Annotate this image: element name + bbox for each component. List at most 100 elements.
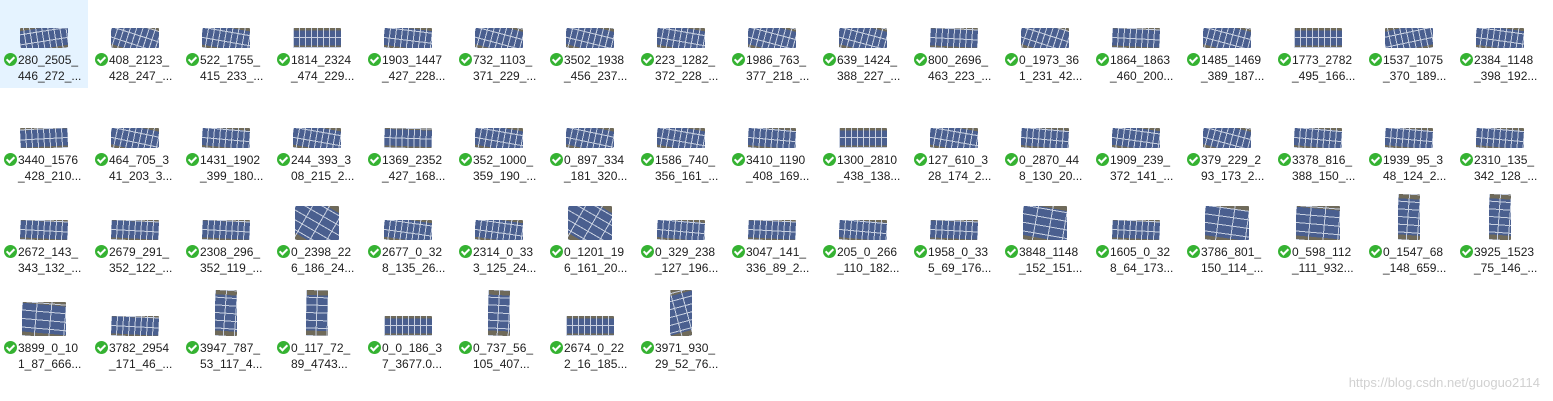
file-name-label: 3782_2954 _171_46_...	[109, 341, 173, 371]
file-item[interactable]: 0_117_72_ 89_4743...	[273, 288, 361, 376]
file-item[interactable]: 1369_2352 _427_168...	[364, 100, 452, 188]
file-thumbnail	[455, 192, 543, 244]
file-item[interactable]: 1909_239_ 372_141_...	[1092, 100, 1180, 188]
file-item[interactable]: 3502_1938 _456_237...	[546, 0, 634, 88]
file-thumbnail	[364, 100, 452, 152]
sync-check-icon	[641, 153, 654, 166]
file-item[interactable]: 280_2505_ 446_272_...	[0, 0, 88, 88]
file-item[interactable]: 1986_763_ 377_218_...	[728, 0, 816, 88]
file-item[interactable]: 0_737_56_ 105_407...	[455, 288, 543, 376]
file-item[interactable]: 2674_0_22 2_16_185...	[546, 288, 634, 376]
file-item[interactable]: 0_2870_44 8_130_20...	[1001, 100, 1089, 188]
file-thumbnail	[910, 100, 998, 152]
file-item[interactable]: 0_1547_68 _148_659...	[1365, 192, 1453, 280]
file-name-label: 3378_816_ 388_150_...	[1292, 153, 1356, 183]
file-name-label: 1431_1902 _399_180...	[200, 153, 264, 183]
file-name-label: 0_1201_19 6_161_20...	[564, 245, 628, 275]
sync-check-icon	[1187, 153, 1200, 166]
file-item[interactable]: 127_610_3 28_174_2...	[910, 100, 998, 188]
file-item[interactable]: 205_0_266 _110_182...	[819, 192, 907, 280]
file-item[interactable]: 0_897_334 _181_320...	[546, 100, 634, 188]
sync-check-icon	[368, 341, 381, 354]
file-item[interactable]: 1605_0_32 8_64_173...	[1092, 192, 1180, 280]
file-item[interactable]: 2384_1148 _398_192...	[1456, 0, 1544, 88]
solar-panel-image	[839, 128, 887, 148]
file-item[interactable]: 2310_135_ 342_128_...	[1456, 100, 1544, 188]
file-item[interactable]: 0_1973_36 1_231_42...	[1001, 0, 1089, 88]
solar-panel-image	[657, 28, 705, 48]
file-name-label: 1485_1469 _389_187...	[1201, 53, 1265, 83]
file-item[interactable]: 352_1000_ 359_190_...	[455, 100, 543, 188]
file-name-label: 2674_0_22 2_16_185...	[564, 341, 628, 371]
file-thumbnail	[0, 288, 88, 340]
file-item[interactable]: 2314_0_33 3_125_24...	[455, 192, 543, 280]
file-item[interactable]: 0_598_112 _111_932...	[1274, 192, 1362, 280]
sync-check-icon	[1460, 245, 1473, 258]
solar-panel-image	[202, 128, 250, 148]
sync-check-icon	[1369, 53, 1382, 66]
file-item[interactable]: 244_393_3 08_215_2...	[273, 100, 361, 188]
file-item[interactable]: 1537_1075 _370_189...	[1365, 0, 1453, 88]
file-item[interactable]: 800_2696_ 463_223_...	[910, 0, 998, 88]
sync-check-icon	[368, 53, 381, 66]
file-item[interactable]: 1903_1447 _427_228...	[364, 0, 452, 88]
file-item[interactable]: 1939_95_3 48_124_2...	[1365, 100, 1453, 188]
sync-check-icon	[823, 245, 836, 258]
file-item[interactable]: 3786_801_ 150_114_...	[1183, 192, 1271, 280]
file-item[interactable]: 3378_816_ 388_150_...	[1274, 100, 1362, 188]
file-item[interactable]: 1864_1863 _460_200...	[1092, 0, 1180, 88]
file-item[interactable]: 3782_2954 _171_46_...	[91, 288, 179, 376]
file-item[interactable]: 379_229_2 93_173_2...	[1183, 100, 1271, 188]
file-item[interactable]: 3971_930_ 29_52_76...	[637, 288, 725, 376]
file-name-label: 3899_0_10 1_87_666...	[18, 341, 82, 371]
file-item[interactable]: 1586_740_ 356_161_...	[637, 100, 725, 188]
solar-panel-image	[293, 28, 341, 48]
file-item[interactable]: 1300_2810 _438_138...	[819, 100, 907, 188]
file-name-label: 1909_239_ 372_141_...	[1110, 153, 1174, 183]
solar-panel-image	[202, 28, 250, 48]
file-item[interactable]: 0_0_186_3 7_3677.0...	[364, 288, 452, 376]
file-item[interactable]: 2308_296_ 352_119_...	[182, 192, 270, 280]
file-item[interactable]: 1431_1902 _399_180...	[182, 100, 270, 188]
file-item[interactable]: 1958_0_33 5_69_176...	[910, 192, 998, 280]
file-name-label: 1369_2352 _427_168...	[382, 153, 446, 183]
file-name-label: 280_2505_ 446_272_...	[18, 53, 82, 83]
file-name-label: 0_737_56_ 105_407...	[473, 341, 534, 371]
file-thumbnail	[637, 100, 725, 152]
file-item[interactable]: 2679_291_ 352_122_...	[91, 192, 179, 280]
file-name-label: 244_393_3 08_215_2...	[291, 153, 355, 183]
file-item[interactable]: 2672_143_ 343_132_...	[0, 192, 88, 280]
file-thumbnail	[91, 288, 179, 340]
file-item[interactable]: 2677_0_32 8_135_26...	[364, 192, 452, 280]
solar-panel-image	[1112, 28, 1160, 48]
file-item[interactable]: 1773_2782 _495_166...	[1274, 0, 1362, 88]
sync-check-icon	[823, 153, 836, 166]
file-item[interactable]: 223_1282_ 372_228_...	[637, 0, 725, 88]
sync-check-icon	[1369, 245, 1382, 258]
file-thumbnail	[91, 100, 179, 152]
file-item[interactable]: 732_1103_ 371_229_...	[455, 0, 543, 88]
file-item[interactable]: 3925_1523 _75_146_...	[1456, 192, 1544, 280]
file-thumbnail	[0, 192, 88, 244]
file-item[interactable]: 464_705_3 41_203_3...	[91, 100, 179, 188]
file-item[interactable]: 3410_1190 _408_169...	[728, 100, 816, 188]
file-thumbnail	[637, 0, 725, 52]
file-item[interactable]: 0_1201_19 6_161_20...	[546, 192, 634, 280]
file-name-label: 2314_0_33 3_125_24...	[473, 245, 537, 275]
file-item[interactable]: 1814_2324 _474_229...	[273, 0, 361, 88]
file-item[interactable]: 639_1424_ 388_227_...	[819, 0, 907, 88]
sync-check-icon	[732, 245, 745, 258]
file-item[interactable]: 0_329_238 _127_196...	[637, 192, 725, 280]
file-item[interactable]: 3848_1148 _152_151...	[1001, 192, 1089, 280]
file-item[interactable]: 3947_787_ 53_117_4...	[182, 288, 270, 376]
file-item[interactable]: 1485_1469 _389_187...	[1183, 0, 1271, 88]
file-item[interactable]: 3440_1576 _428_210...	[0, 100, 88, 188]
file-item[interactable]: 522_1755_ 415_233_...	[182, 0, 270, 88]
file-thumbnail	[1456, 100, 1544, 152]
file-item[interactable]: 0_2398_22 6_186_24...	[273, 192, 361, 280]
file-name-label: 3410_1190 _408_169...	[746, 153, 810, 183]
file-item[interactable]: 408_2123_ 428_247_...	[91, 0, 179, 88]
file-thumbnail	[1365, 0, 1453, 52]
file-item[interactable]: 3899_0_10 1_87_666...	[0, 288, 88, 376]
file-item[interactable]: 3047_141_ 336_89_2...	[728, 192, 816, 280]
